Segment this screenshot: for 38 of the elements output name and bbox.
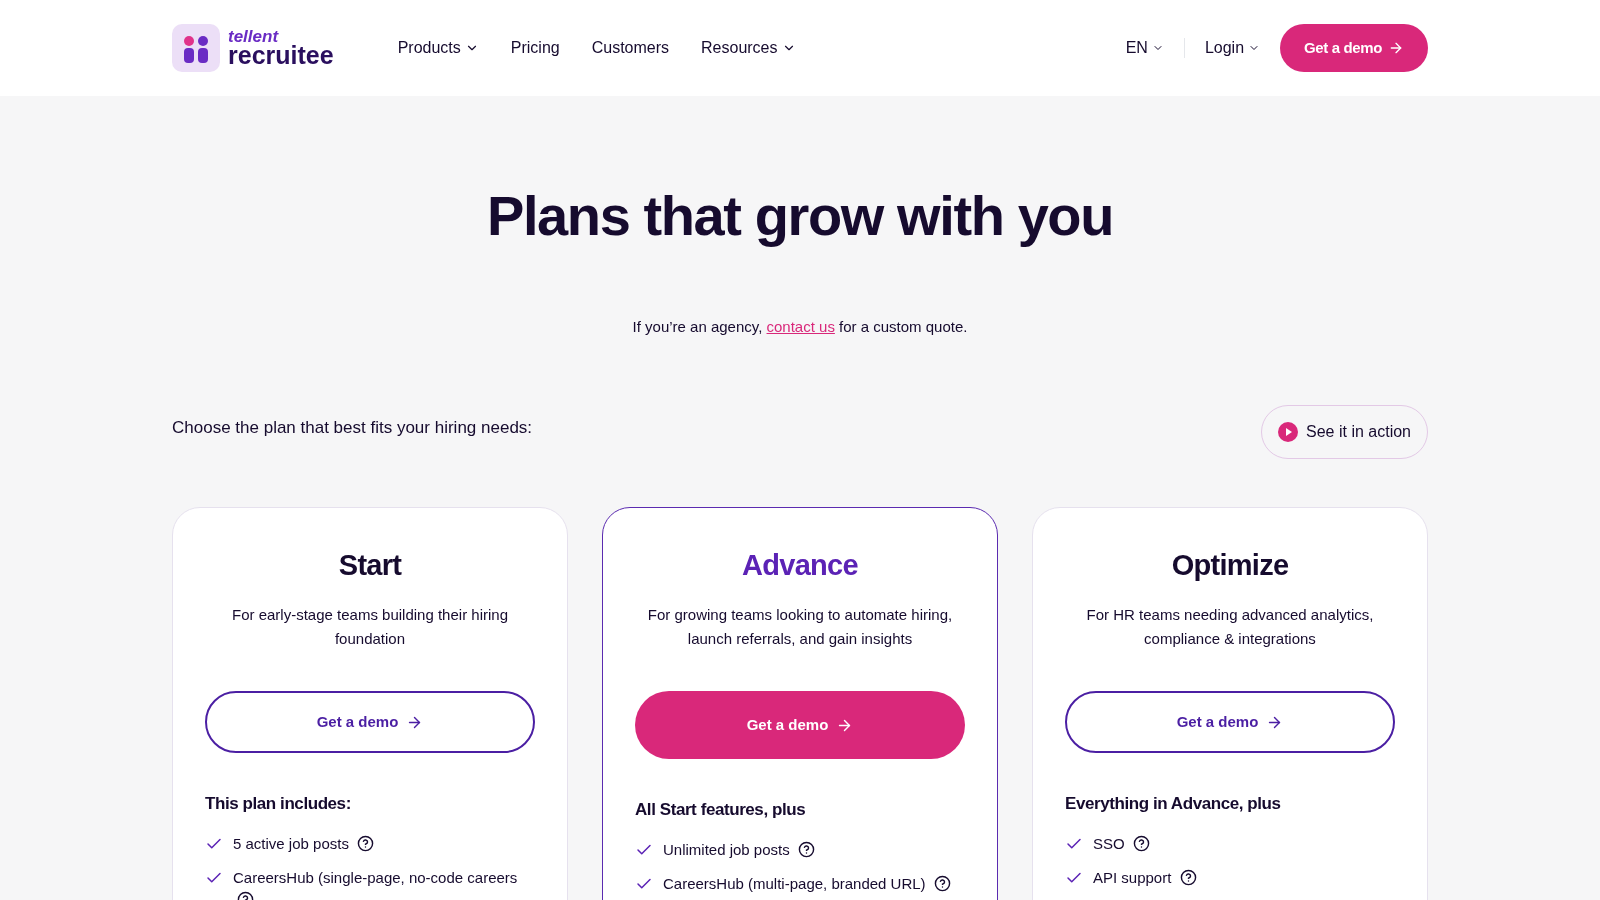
logo-icon [172, 24, 220, 72]
feature-text: Unlimited job posts [663, 840, 790, 858]
features-heading: All Start features, plus [635, 799, 807, 821]
product-name: recruitee [228, 43, 334, 68]
plan-name: Optimize [1170, 547, 1290, 583]
login-menu[interactable]: Login [1204, 36, 1261, 60]
nav-link[interactable]: Resources [701, 36, 796, 60]
help-icon[interactable] [933, 874, 951, 892]
contact-link[interactable]: contact us [766, 318, 835, 335]
nav-link[interactable]: Products [397, 36, 479, 60]
feature-text: 5 active job posts [233, 834, 349, 852]
help-icon[interactable] [357, 834, 375, 852]
agency-note: If you’re an agency, contact us for a custom quote. [631, 317, 969, 337]
play-icon [1278, 421, 1299, 442]
plan-demo-button[interactable]: Get a demo [205, 691, 535, 753]
plan-description: For HR teams needing advanced analytics, compliance & integrations [1085, 605, 1375, 649]
features-heading: This plan includes: [205, 793, 352, 815]
plan-description: For growing teams looking to automate hiring, launch referrals, and gain insights [646, 605, 954, 649]
plan-demo-button[interactable]: Get a demo [635, 691, 965, 759]
language-selector[interactable]: EN [1125, 36, 1164, 60]
plan-name: Advance [741, 547, 859, 583]
feature-text: API support [1093, 868, 1172, 886]
plan-description: For early-stage teams building their hiring foundation [231, 605, 509, 649]
intro-text: Choose the plan that best fits your hiring needs: [172, 416, 533, 439]
feature-text: CareersHub (single-page, no-code careers [233, 868, 518, 886]
nav-link[interactable]: Customers [591, 36, 670, 60]
help-icon[interactable] [1179, 868, 1197, 886]
feature-text: CareersHub (multi-page, branded URL) [663, 874, 926, 892]
feature-text: SSO [1093, 834, 1125, 852]
features-heading: Everything in Advance, plus [1065, 793, 1282, 815]
nav-link[interactable]: Pricing [510, 36, 560, 60]
arrow-icon [1388, 40, 1404, 56]
demo-button[interactable]: Get a demo [1280, 24, 1428, 72]
help-icon[interactable] [1132, 834, 1150, 852]
plan-name: Start [337, 547, 403, 583]
help-icon[interactable] [797, 840, 815, 858]
brand-name: tellent [228, 28, 279, 45]
plan-demo-button[interactable]: Get a demo [1065, 691, 1395, 753]
